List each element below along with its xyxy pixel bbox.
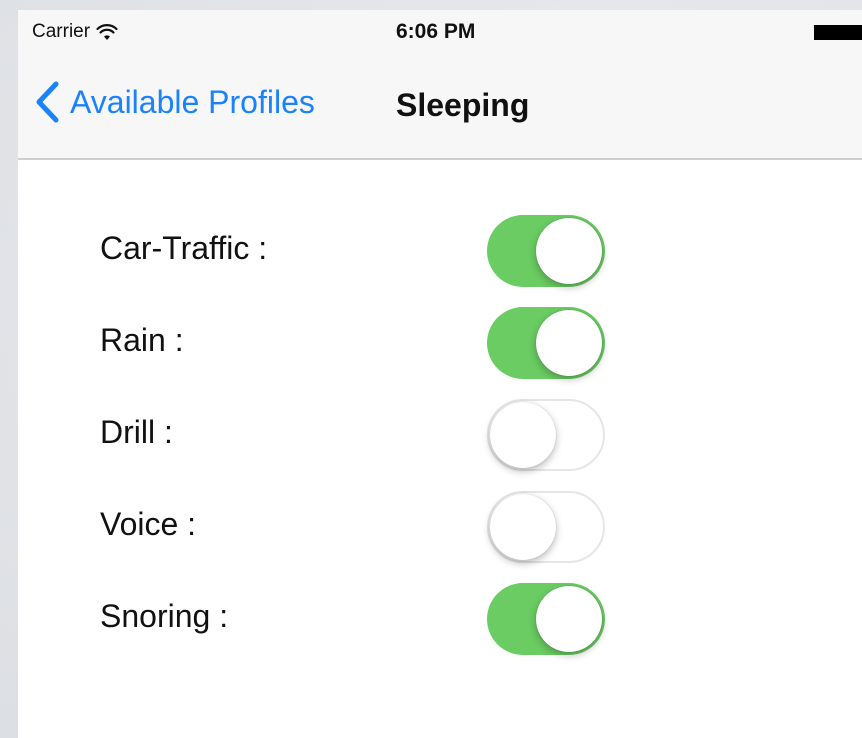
carrier-indicator: Carrier (32, 21, 118, 43)
rain-switch[interactable] (487, 307, 605, 379)
carrier-label: Carrier (32, 21, 91, 42)
switch-knob (536, 218, 602, 284)
switch-knob (490, 494, 556, 560)
back-button-label: Available Profiles (70, 83, 315, 120)
switch-knob (536, 586, 602, 652)
setting-row-rain: Rain : (18, 284, 862, 379)
setting-label: Drill : (100, 414, 173, 450)
setting-label: Car-Traffic : (100, 230, 268, 266)
drill-switch[interactable] (487, 399, 605, 471)
chevron-left-icon (36, 81, 59, 123)
voice-switch[interactable] (487, 491, 605, 563)
switch-knob (490, 402, 556, 468)
battery-icon (814, 25, 862, 40)
setting-label: Snoring : (100, 598, 229, 634)
setting-row-drill: Drill : (18, 376, 862, 471)
switch-knob (536, 310, 602, 376)
navigation-bar: Available Profiles Sleeping (18, 56, 862, 160)
wifi-icon (96, 24, 118, 40)
page-title: Sleeping (396, 87, 530, 123)
setting-label: Voice : (100, 506, 197, 542)
car-traffic-switch[interactable] (487, 215, 605, 287)
setting-row-car-traffic: Car-Traffic : (18, 192, 862, 287)
status-time: 6:06 PM (396, 20, 476, 43)
back-button[interactable]: Available Profiles (34, 80, 315, 124)
setting-label: Rain : (100, 322, 184, 358)
status-bar: Carrier 6:06 PM (18, 10, 862, 56)
setting-row-snoring: Snoring : (18, 560, 862, 655)
ios-simulator-screen: Carrier 6:06 PM Available Profiles Sleep… (18, 10, 862, 738)
snoring-switch[interactable] (487, 583, 605, 655)
setting-row-voice: Voice : (18, 468, 862, 563)
